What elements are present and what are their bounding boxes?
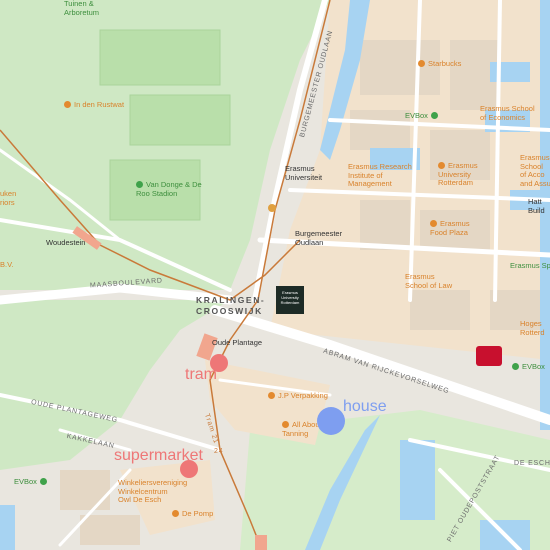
poi-label: EVBox bbox=[14, 477, 37, 486]
building bbox=[350, 110, 410, 150]
poi-erasmus-school-of-economics[interactable]: Erasmus School of Economics bbox=[480, 104, 535, 122]
poi-evbox-right[interactable]: EVBox bbox=[512, 362, 545, 372]
poi-label: EVBox bbox=[405, 111, 428, 120]
poi-label: In den Rustwat bbox=[74, 100, 125, 109]
poi-label: J.P Verpakking bbox=[278, 391, 328, 400]
stop-woudestein[interactable]: Woudestein bbox=[46, 238, 85, 248]
poi-label: Starbucks bbox=[428, 59, 462, 68]
poi-hogeschool[interactable]: Hoges Rotterd bbox=[520, 319, 545, 337]
erasmus-logo[interactable]: Erasmus University Rotterdam bbox=[276, 286, 304, 314]
charging-icon bbox=[39, 478, 47, 485]
poi-erasmus-university-rotterdam[interactable]: Erasmus University Rotterdam bbox=[438, 161, 478, 188]
poi-left-cut[interactable]: uken riors bbox=[0, 189, 16, 207]
stop-oude-plantage[interactable]: Oude Plantage bbox=[212, 338, 262, 348]
map-base-layer bbox=[0, 0, 550, 550]
food-icon bbox=[430, 220, 437, 227]
poi-erasmus-sport[interactable]: Erasmus Sport bbox=[510, 261, 550, 271]
poi-erasmus-school-of-law[interactable]: Erasmus School of Law bbox=[405, 272, 452, 290]
building bbox=[60, 470, 110, 510]
poi-left-bv[interactable]: B.V. bbox=[0, 260, 13, 270]
charging-icon bbox=[430, 112, 438, 119]
building bbox=[410, 290, 470, 330]
tram-line-label: 24 bbox=[214, 448, 224, 455]
food-icon bbox=[64, 101, 71, 108]
poi-in-den-rustwat[interactable]: In den Rustwat bbox=[64, 100, 125, 110]
coffee-icon bbox=[418, 60, 425, 67]
house-marker-label: house bbox=[343, 398, 387, 415]
poi-tuinen-arboretum[interactable]: Tuinen & Arboretum bbox=[64, 0, 99, 17]
pond bbox=[490, 62, 530, 82]
poi-label: Van Donge & De Roo Stadion bbox=[136, 180, 202, 198]
poi-all-about-tanning[interactable]: All About Tanning bbox=[282, 420, 322, 438]
poi-de-pomp[interactable]: De Pomp bbox=[172, 509, 214, 519]
supermarket-marker-label: supermarket bbox=[114, 447, 203, 464]
pond bbox=[0, 505, 15, 550]
poi-erasmus-food-plaza[interactable]: Erasmus Food Plaza bbox=[430, 219, 470, 237]
poi-evbox-left[interactable]: EVBox bbox=[14, 477, 50, 487]
stadium-icon bbox=[136, 181, 143, 188]
stop-burgemeester-oudlaan[interactable]: Burgemeester Oudlaan bbox=[295, 229, 342, 247]
poi-hatta-building[interactable]: Hatt Build bbox=[528, 197, 545, 215]
sports-field bbox=[99, 29, 221, 86]
shop-icon bbox=[172, 510, 179, 517]
house-marker-dot[interactable] bbox=[317, 407, 345, 435]
sports-field bbox=[129, 94, 231, 146]
poi-evbox-top[interactable]: EVBox bbox=[405, 111, 441, 121]
university-icon bbox=[438, 162, 445, 169]
shop-icon bbox=[282, 421, 289, 428]
street-de-esch: DE ESCH bbox=[514, 460, 550, 467]
poi-starbucks[interactable]: Starbucks bbox=[418, 59, 462, 69]
poi-label: EVBox bbox=[522, 362, 545, 371]
district-label: KRALINGEN- CROOSWIJK bbox=[196, 295, 266, 317]
building bbox=[360, 200, 410, 250]
poi-jp-verpakking[interactable]: J.P Verpakking bbox=[268, 391, 328, 401]
charging-icon bbox=[512, 363, 519, 370]
building bbox=[80, 515, 140, 545]
tram-platform bbox=[255, 535, 267, 550]
pond bbox=[400, 440, 435, 520]
poi-label: De Pomp bbox=[182, 509, 214, 518]
poi-winkelcentrum[interactable]: Winkeliersvereniging Winkelcentrum Owl D… bbox=[118, 478, 187, 505]
tram-stop-badge bbox=[268, 204, 276, 212]
poi-erasmus-research-institute[interactable]: Erasmus Research Institute of Management bbox=[348, 162, 412, 189]
map-canvas[interactable]: Tuinen & Arboretum In den Rustwat Van Do… bbox=[0, 0, 550, 550]
poi-erasmus-school-of-accounting[interactable]: Erasmus School of Acco and Assu bbox=[520, 153, 550, 189]
shop-icon bbox=[268, 392, 275, 399]
poi-van-donge-stadion[interactable]: Van Donge & De Roo Stadion bbox=[136, 180, 202, 198]
hogeschool-logo[interactable] bbox=[476, 346, 502, 366]
stop-erasmus-universiteit[interactable]: Erasmus Universiteit bbox=[285, 164, 322, 182]
tram-marker-label: tram bbox=[185, 366, 217, 383]
